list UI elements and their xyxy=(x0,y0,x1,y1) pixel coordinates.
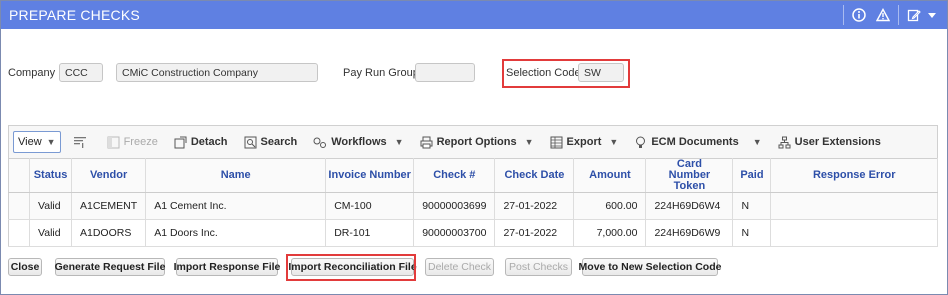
detach-label: Detach xyxy=(190,136,228,148)
pay-run-group-field[interactable] xyxy=(415,63,475,82)
info-icon[interactable] xyxy=(850,6,868,24)
title-bar: PREPARE CHECKS xyxy=(1,1,947,29)
table-row[interactable]: Valid A1CEMENT A1 Cement Inc. CM-100 900… xyxy=(8,192,938,220)
checks-table: Status Vendor Name Invoice Number Check … xyxy=(8,158,938,247)
import-reconciliation-highlight xyxy=(286,254,416,281)
column-header[interactable]: Vendor xyxy=(71,158,147,193)
company-name-field: CMiC Construction Company xyxy=(116,63,318,82)
check-number-cell: 90000003700 xyxy=(413,219,496,247)
selection-code-highlight xyxy=(502,59,630,88)
column-header[interactable]: Amount xyxy=(573,158,647,193)
filter-icon xyxy=(73,137,86,148)
separator xyxy=(898,5,899,25)
grid-toolbar: View ▼ Freeze Detach Search Workflows ▼ … xyxy=(8,125,938,158)
vendor-cell: A1DOORS xyxy=(71,219,147,247)
check-date-cell: 27-01-2022 xyxy=(494,219,575,247)
response-error-cell xyxy=(770,219,938,247)
page-title: PREPARE CHECKS xyxy=(9,7,140,23)
user-extensions-label: User Extensions xyxy=(794,136,881,148)
check-date-cell: 27-01-2022 xyxy=(494,192,575,220)
workflows-label: Workflows xyxy=(331,136,387,148)
chevron-down-icon[interactable] xyxy=(923,6,941,24)
column-header[interactable]: Paid xyxy=(732,158,772,193)
export-icon xyxy=(550,136,563,148)
view-label: View xyxy=(18,136,42,148)
pay-run-group-label: Pay Run Group xyxy=(343,67,419,79)
user-extensions-icon xyxy=(778,136,791,148)
column-header[interactable]: Status xyxy=(29,158,72,193)
printer-icon xyxy=(420,136,433,148)
move-to-new-selection-code-button[interactable]: Move to New Selection Code xyxy=(579,258,721,276)
delete-check-button[interactable]: Delete Check xyxy=(425,258,494,276)
export-menu[interactable]: Export ▼ xyxy=(550,136,619,149)
invoice-cell: DR-101 xyxy=(325,219,415,247)
detach-button[interactable]: Detach xyxy=(174,136,228,149)
table-header-row: Status Vendor Name Invoice Number Check … xyxy=(8,158,938,193)
freeze-label: Freeze xyxy=(123,136,158,148)
column-header[interactable]: Card Number Token xyxy=(645,158,734,193)
ecm-icon xyxy=(636,136,646,148)
export-label: Export xyxy=(566,136,602,148)
close-button[interactable]: Close xyxy=(8,258,42,276)
header-fields: Company CCC CMiC Construction Company Pa… xyxy=(8,63,938,83)
table-row[interactable]: Valid A1DOORS A1 Doors Inc. DR-101 90000… xyxy=(8,219,938,247)
chevron-down-icon: ▼ xyxy=(394,137,404,147)
status-cell: Valid xyxy=(29,219,72,247)
row-selector[interactable] xyxy=(8,192,30,220)
chevron-down-icon: ▼ xyxy=(524,137,534,147)
search-button[interactable]: Search xyxy=(244,136,298,149)
chevron-down-icon: ▼ xyxy=(46,137,56,147)
amount-cell: 600.00 xyxy=(573,192,647,220)
import-response-file-button[interactable]: Import Response File xyxy=(174,258,280,276)
check-number-cell: 90000003699 xyxy=(413,192,496,220)
chevron-down-icon: ▼ xyxy=(752,137,762,147)
post-checks-button[interactable]: Post Checks xyxy=(505,258,572,276)
vendor-cell: A1CEMENT xyxy=(71,192,147,220)
user-extensions-button[interactable]: User Extensions xyxy=(778,136,881,149)
paid-cell: N xyxy=(732,219,772,247)
workflows-icon xyxy=(313,137,327,148)
filter-button[interactable] xyxy=(73,135,91,149)
action-buttons: Close Generate Request File Import Respo… xyxy=(8,258,938,277)
search-label: Search xyxy=(260,136,298,148)
column-header[interactable]: Invoice Number xyxy=(325,158,415,193)
warning-icon[interactable] xyxy=(874,6,892,24)
token-cell: 224H69D6W4 xyxy=(645,192,734,220)
column-header[interactable]: Check Date xyxy=(494,158,575,193)
report-options-menu[interactable]: Report Options ▼ xyxy=(420,136,534,149)
edit-icon[interactable] xyxy=(905,6,923,24)
chevron-down-icon: ▼ xyxy=(609,137,619,147)
view-menu[interactable]: View ▼ xyxy=(13,131,61,153)
name-cell: A1 Cement Inc. xyxy=(145,192,327,220)
generate-request-file-button[interactable]: Generate Request File xyxy=(55,258,165,276)
token-cell: 224H69D6W9 xyxy=(645,219,734,247)
paid-cell: N xyxy=(732,192,772,220)
separator xyxy=(843,5,844,25)
ecm-documents-label: ECM Documents xyxy=(651,136,739,148)
status-cell: Valid xyxy=(29,192,72,220)
company-label: Company xyxy=(8,67,56,79)
workflows-menu[interactable]: Workflows ▼ xyxy=(313,136,404,149)
search-icon xyxy=(244,136,257,148)
name-cell: A1 Doors Inc. xyxy=(145,219,327,247)
title-icons xyxy=(837,1,947,29)
detach-icon xyxy=(174,136,187,148)
column-header[interactable]: Name xyxy=(145,158,327,193)
freeze-button[interactable]: Freeze xyxy=(107,136,158,149)
ecm-documents-menu[interactable]: ECM Documents ▼ xyxy=(634,136,762,149)
report-options-label: Report Options xyxy=(436,136,517,148)
row-selector-header xyxy=(8,158,30,193)
row-selector[interactable] xyxy=(8,219,30,247)
amount-cell: 7,000.00 xyxy=(573,219,647,247)
freeze-icon xyxy=(107,136,120,148)
column-header[interactable]: Check # xyxy=(413,158,496,193)
column-header[interactable]: Response Error xyxy=(770,158,938,193)
company-code-field[interactable]: CCC xyxy=(59,63,103,82)
response-error-cell xyxy=(770,192,938,220)
invoice-cell: CM-100 xyxy=(325,192,415,220)
